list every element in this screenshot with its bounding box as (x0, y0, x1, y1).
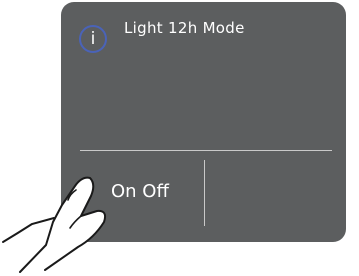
info-icon[interactable]: i (79, 25, 107, 53)
on-off-button[interactable]: On Off (81, 160, 201, 226)
screen: i Light 12h Mode On Off (0, 0, 359, 276)
vertical-divider (204, 160, 205, 226)
panel-title: Light 12h Mode (124, 19, 245, 37)
control-panel: i Light 12h Mode On Off (61, 2, 346, 242)
horizontal-divider (80, 150, 332, 151)
on-off-label: On Off (111, 181, 169, 202)
